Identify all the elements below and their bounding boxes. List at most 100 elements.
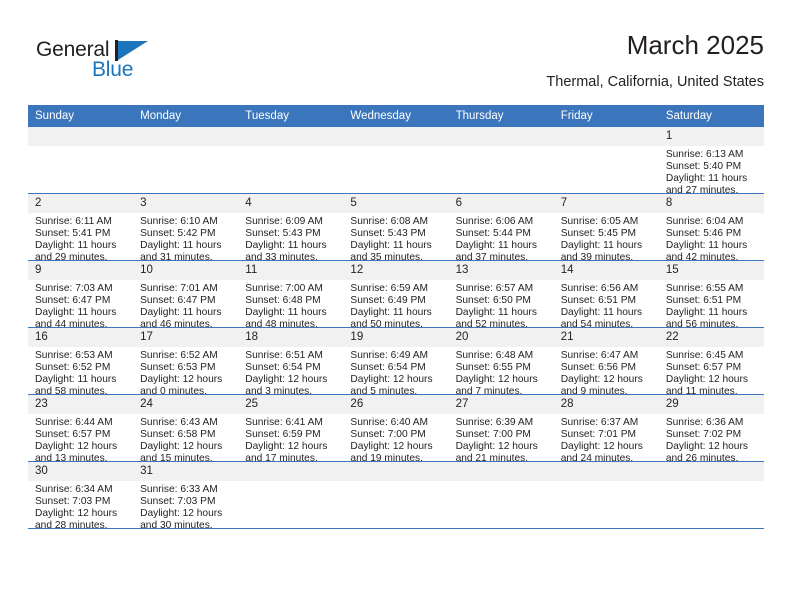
calendar-day-cell[interactable]: 9 Sunrise: 7:03 AM Sunset: 6:47 PM Daylight… bbox=[28, 260, 134, 330]
day-number: 8 bbox=[658, 194, 764, 213]
day-sun-info: Sunrise: 6:40 AM Sunset: 7:00 PM Daylight:… bbox=[343, 414, 448, 465]
day-info-line: Sunrise: 6:47 AM bbox=[560, 350, 639, 361]
day-info-line: and 30 minutes. bbox=[140, 519, 213, 531]
day-info-line: Sunset: 7:02 PM bbox=[665, 428, 742, 440]
day-info-line: Sunset: 6:59 PM bbox=[245, 428, 321, 440]
calendar-day-cell[interactable]: 29 Sunrise: 6:36 AM Sunset: 7:02 PM Dayligh… bbox=[658, 394, 764, 465]
day-number: 16 bbox=[28, 328, 134, 347]
calendar-day-cell[interactable]: 16 Sunrise: 6:53 AM Sunset: 6:52 PM Dayligh… bbox=[28, 327, 134, 397]
day-info-line: Sunset: 5:43 PM bbox=[350, 227, 426, 239]
day-info-line: Daylight: 12 hours bbox=[140, 373, 223, 385]
calendar-day-cell[interactable]: 13 Sunrise: 6:57 AM Sunset: 6:50 PM Dayligh… bbox=[448, 260, 554, 330]
day-info-line: Sunset: 6:48 PM bbox=[245, 294, 321, 306]
day-info-line: Daylight: 12 hours bbox=[455, 373, 538, 385]
calendar-day-cell[interactable]: 23 Sunrise: 6:44 AM Sunset: 6:57 PM Dayligh… bbox=[28, 394, 134, 464]
day-number: 5 bbox=[343, 194, 449, 213]
day-number bbox=[238, 127, 344, 146]
calendar-day-cell[interactable]: 6 Sunrise: 6:06 AM Sunset: 5:44 PM Daylight… bbox=[448, 193, 554, 263]
day-sun-info: Sunrise: 6:59 AM Sunset: 6:49 PM Daylight:… bbox=[343, 280, 448, 331]
day-info-line: Sunset: 6:47 PM bbox=[140, 294, 216, 306]
day-info-line: Sunrise: 6:44 AM bbox=[35, 417, 113, 428]
day-sun-info: Sunrise: 6:11 AM Sunset: 5:41 PM Daylight:… bbox=[28, 213, 133, 264]
day-number: 20 bbox=[448, 328, 554, 347]
day-info-line: Sunrise: 6:10 AM bbox=[140, 216, 218, 227]
day-info-line: Sunrise: 6:41 AM bbox=[245, 417, 323, 428]
day-number: 25 bbox=[238, 395, 344, 414]
day-info-line: Daylight: 11 hours bbox=[35, 239, 117, 251]
calendar-day-cell[interactable]: 2 Sunrise: 6:11 AM Sunset: 5:41 PM Daylight… bbox=[28, 193, 134, 264]
calendar-day-cell[interactable]: 3 Sunrise: 6:10 AM Sunset: 5:42 PM Daylight… bbox=[133, 193, 239, 263]
calendar-day-cell[interactable]: 28 Sunrise: 6:37 AM Sunset: 7:01 PM Dayligh… bbox=[553, 394, 659, 464]
day-info-line: Sunrise: 6:11 AM bbox=[35, 216, 112, 227]
calendar-day-cell[interactable]: 12 Sunrise: 6:59 AM Sunset: 6:49 PM Dayligh… bbox=[343, 260, 449, 331]
day-number: 4 bbox=[238, 194, 344, 213]
day-number: 27 bbox=[448, 395, 554, 414]
calendar-empty-cell bbox=[553, 127, 659, 194]
day-number: 9 bbox=[28, 261, 134, 280]
page-subtitle-location: Thermal, California, United States bbox=[546, 74, 764, 90]
day-info-line: Sunset: 5:44 PM bbox=[455, 227, 531, 239]
day-number: 12 bbox=[343, 261, 449, 280]
calendar-day-cell[interactable]: 7 Sunrise: 6:05 AM Sunset: 5:45 PM Daylight… bbox=[553, 193, 659, 263]
calendar-day-cell[interactable]: 10 Sunrise: 7:01 AM Sunset: 6:47 PM Dayligh… bbox=[133, 260, 239, 330]
calendar-day-cell[interactable]: 24 Sunrise: 6:43 AM Sunset: 6:58 PM Dayligh… bbox=[133, 394, 239, 465]
calendar-day-cell[interactable]: 11 Sunrise: 7:00 AM Sunset: 6:48 PM Dayligh… bbox=[238, 260, 344, 330]
day-info-line: Sunrise: 6:45 AM bbox=[665, 350, 744, 361]
day-info-line: Sunset: 6:50 PM bbox=[455, 294, 531, 306]
calendar-day-cell[interactable]: 8 Sunrise: 6:04 AM Sunset: 5:46 PM Daylight… bbox=[658, 193, 764, 263]
day-info-line: Sunrise: 7:00 AM bbox=[245, 283, 323, 294]
calendar-day-cell[interactable]: 20 Sunrise: 6:48 AM Sunset: 6:55 PM Dayligh… bbox=[448, 327, 554, 397]
calendar-day-cell[interactable]: 17 Sunrise: 6:52 AM Sunset: 6:53 PM Dayligh… bbox=[133, 327, 239, 398]
weekday-header-sunday: Sunday bbox=[28, 105, 134, 127]
calendar-day-cell[interactable]: 14 Sunrise: 6:56 AM Sunset: 6:51 PM Dayligh… bbox=[553, 260, 659, 331]
day-info-line: Sunset: 7:00 PM bbox=[350, 428, 426, 440]
calendar-day-cell[interactable]: 5 Sunrise: 6:08 AM Sunset: 5:43 PM Daylight… bbox=[343, 193, 449, 263]
calendar-page: General Blue March 2025 Thermal, Califor… bbox=[0, 0, 792, 612]
day-info-line: Daylight: 11 hours bbox=[665, 239, 748, 251]
day-info-line: Daylight: 11 hours bbox=[350, 306, 432, 318]
day-sun-info: Sunrise: 6:43 AM Sunset: 6:58 PM Daylight:… bbox=[133, 414, 238, 465]
calendar-day-cell[interactable]: 22 Sunrise: 6:45 AM Sunset: 6:57 PM Dayligh… bbox=[658, 327, 764, 397]
day-info-line: Sunrise: 6:04 AM bbox=[665, 216, 744, 227]
day-info-line: Sunset: 7:00 PM bbox=[455, 428, 531, 440]
day-info-line: Sunrise: 6:53 AM bbox=[35, 350, 113, 361]
day-sun-info: Sunrise: 6:52 AM Sunset: 6:53 PM Daylight:… bbox=[133, 347, 238, 398]
day-info-line: Sunset: 6:56 PM bbox=[560, 361, 637, 373]
day-number: 11 bbox=[238, 261, 344, 280]
calendar-day-cell[interactable]: 19 Sunrise: 6:49 AM Sunset: 6:54 PM Dayligh… bbox=[343, 327, 449, 397]
day-info-line: Daylight: 11 hours bbox=[560, 306, 643, 318]
day-info-line: Sunset: 6:57 PM bbox=[665, 361, 742, 373]
day-number bbox=[28, 127, 134, 146]
day-info-line: Daylight: 11 hours bbox=[665, 172, 748, 184]
calendar-day-cell[interactable]: 18 Sunrise: 6:51 AM Sunset: 6:54 PM Dayligh… bbox=[238, 327, 344, 397]
day-info-line: Sunset: 5:41 PM bbox=[35, 227, 111, 239]
calendar-day-cell[interactable]: 15 Sunrise: 6:55 AM Sunset: 6:51 PM Dayligh… bbox=[658, 260, 764, 330]
calendar-day-cell[interactable]: 21 Sunrise: 6:47 AM Sunset: 6:56 PM Dayligh… bbox=[553, 327, 659, 397]
weekday-header-thursday: Thursday bbox=[448, 105, 554, 127]
day-sun-info: Sunrise: 6:36 AM Sunset: 7:02 PM Daylight:… bbox=[659, 414, 764, 465]
calendar-day-cell[interactable]: 31 Sunrise: 6:33 AM Sunset: 7:03 PM Dayligh… bbox=[133, 461, 239, 531]
day-info-line: Sunset: 6:53 PM bbox=[140, 361, 216, 373]
day-number: 14 bbox=[553, 261, 659, 280]
day-number bbox=[553, 127, 659, 146]
day-info-line: Daylight: 12 hours bbox=[350, 373, 433, 385]
day-info-line: Sunrise: 6:56 AM bbox=[560, 283, 639, 294]
day-number: 19 bbox=[343, 328, 449, 347]
calendar-day-cell[interactable]: 27 Sunrise: 6:39 AM Sunset: 7:00 PM Dayligh… bbox=[448, 394, 554, 464]
calendar-day-cell[interactable]: 26 Sunrise: 6:40 AM Sunset: 7:00 PM Dayligh… bbox=[343, 394, 449, 465]
day-number bbox=[343, 462, 449, 481]
calendar-day-cell[interactable]: 4 Sunrise: 6:09 AM Sunset: 5:43 PM Daylight… bbox=[238, 193, 344, 263]
calendar-day-cell[interactable]: 1 Sunrise: 6:13 AM Sunset: 5:40 PM Daylight… bbox=[658, 127, 764, 196]
day-number: 1 bbox=[658, 127, 764, 146]
logo-text-blue: Blue bbox=[92, 58, 134, 81]
day-info-line: Daylight: 12 hours bbox=[455, 440, 538, 452]
day-info-line: Daylight: 11 hours bbox=[665, 306, 748, 318]
day-info-line: Daylight: 12 hours bbox=[665, 373, 748, 385]
calendar-week-row: 2 Sunrise: 6:11 AM Sunset: 5:41 PM Daylight… bbox=[28, 193, 764, 264]
day-info-line: Daylight: 12 hours bbox=[665, 440, 748, 452]
calendar-day-cell[interactable]: 30 Sunrise: 6:34 AM Sunset: 7:03 PM Dayligh… bbox=[28, 461, 134, 531]
day-sun-info: Sunrise: 6:56 AM Sunset: 6:51 PM Daylight:… bbox=[554, 280, 659, 331]
calendar-day-cell[interactable]: 25 Sunrise: 6:41 AM Sunset: 6:59 PM Dayligh… bbox=[238, 394, 344, 464]
day-info-line: Sunset: 6:52 PM bbox=[35, 361, 111, 373]
day-number: 22 bbox=[658, 328, 764, 347]
